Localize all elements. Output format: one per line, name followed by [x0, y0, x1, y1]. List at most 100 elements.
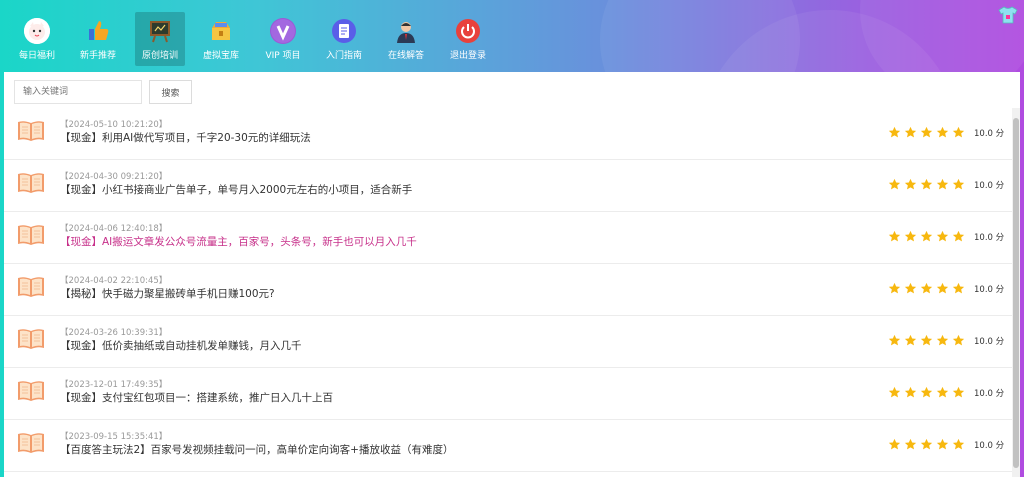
- nav-item-daily-benefits[interactable]: 每日福利: [12, 12, 62, 66]
- rating-score: 10.0 分: [974, 389, 1005, 399]
- star-icon: [936, 176, 949, 190]
- star-icon: [952, 436, 965, 450]
- star-icon: [936, 280, 949, 294]
- article-row[interactable]: 【2024-04-30 09:21:20】 【现金】小红书接商业广告单子，单号月入…: [4, 160, 1012, 212]
- article-date: 【2024-04-02 22:10:45】: [60, 276, 168, 286]
- article-date: 【2024-03-26 10:39:31】: [60, 328, 168, 338]
- article-date: 【2023-09-15 15:35:41】: [60, 432, 168, 442]
- rating-score: 10.0 分: [974, 233, 1005, 243]
- nav-item-vip-projects[interactable]: VIP 项目: [258, 12, 308, 66]
- nav-label: VIP 项目: [265, 51, 301, 61]
- star-icon: [888, 436, 901, 450]
- article-date: 【2024-05-10 10:21:20】: [60, 120, 168, 130]
- support-person-icon: [393, 18, 419, 44]
- treasure-box-icon: [208, 18, 234, 44]
- star-icon: [904, 384, 917, 398]
- content-panel: 搜索 【2024-05-10 10:21:20】【现金】利用AI做代写项目，千字…: [4, 72, 1020, 477]
- top-navigation: 每日福利 新手推荐 原创培训 虚拟宝库 VIP 项目 入门指南 在线解答 退出登…: [0, 0, 1024, 72]
- star-icon: [888, 176, 901, 190]
- star-icon: [904, 332, 917, 346]
- article-row[interactable]: 【2024-04-06 12:40:18】 【现金】AI搬运文章发公众号流量主，百…: [4, 212, 1012, 264]
- rating-score: 10.0 分: [974, 441, 1005, 451]
- star-icon: [936, 436, 949, 450]
- star-icon: [920, 332, 933, 346]
- article-row[interactable]: 【2024-04-02 22:10:45】 【揭秘】快手磁力聚星搬砖单手机日赚10…: [4, 264, 1012, 316]
- star-icon: [952, 332, 965, 346]
- star-icon: [920, 436, 933, 450]
- open-book-icon: [17, 223, 45, 247]
- article-row[interactable]: 【2023-12-01 17:49:35】 【现金】支付宝红包项目一：搭建系统，推…: [4, 368, 1012, 420]
- rating-stars: [888, 124, 965, 138]
- nav-label: 退出登录: [449, 51, 486, 61]
- star-icon: [920, 280, 933, 294]
- star-icon: [952, 176, 965, 190]
- star-icon: [888, 124, 901, 138]
- star-icon: [904, 280, 917, 294]
- rating-stars: [888, 280, 965, 294]
- nav-label: 每日福利: [18, 51, 55, 61]
- open-book-icon: [17, 327, 45, 351]
- nav-item-original-training[interactable]: 原创培训: [135, 12, 185, 66]
- nav-item-online-help[interactable]: 在线解答: [381, 12, 431, 66]
- star-icon: [952, 384, 965, 398]
- scrollbar-thumb[interactable]: [1013, 118, 1019, 468]
- power-icon: [455, 18, 481, 44]
- nav-label: 虚拟宝库: [202, 51, 239, 61]
- star-icon: [888, 384, 901, 398]
- nav-label: 入门指南: [325, 51, 362, 61]
- search-button[interactable]: 搜索: [149, 80, 192, 104]
- star-icon: [952, 228, 965, 242]
- article-date: 【2024-04-06 12:40:18】: [60, 224, 168, 234]
- star-icon: [920, 176, 933, 190]
- article-title-link[interactable]: 【现金】AI搬运文章发公众号流量主，百家号，头条号，新手也可以月入几千: [60, 234, 417, 249]
- rating-stars: [888, 176, 965, 190]
- star-icon: [904, 228, 917, 242]
- blackboard-icon: [147, 18, 173, 44]
- star-icon: [920, 384, 933, 398]
- star-icon: [920, 228, 933, 242]
- star-icon: [952, 124, 965, 138]
- article-title-link[interactable]: 【现金】支付宝红包项目一：搭建系统，推广日入几十上百: [60, 390, 333, 405]
- rating-stars: [888, 436, 965, 450]
- open-book-icon: [17, 275, 45, 299]
- article-title-link[interactable]: 【百度答主玩法2】百家号发视频挂载问一问，高单价定向询客+播放收益（有难度）: [60, 442, 453, 457]
- article-date: 【2024-04-30 09:21:20】: [60, 172, 168, 182]
- article-title-link[interactable]: 【现金】小红书接商业广告单子，单号月入2000元左右的小项目，适合新手: [60, 182, 412, 197]
- open-book-icon: [17, 431, 45, 455]
- nav-item-getting-started[interactable]: 入门指南: [319, 12, 369, 66]
- star-icon: [936, 124, 949, 138]
- nav-item-virtual-treasury[interactable]: 虚拟宝库: [196, 12, 246, 66]
- star-icon: [920, 124, 933, 138]
- lucky-cat-icon: [24, 18, 50, 44]
- star-icon: [936, 384, 949, 398]
- theme-shirt-icon[interactable]: [998, 6, 1018, 24]
- article-title-link[interactable]: 【揭秘】快手磁力聚星搬砖单手机日赚100元?: [60, 286, 275, 301]
- article-title-link[interactable]: 【现金】低价卖抽纸或自动挂机发单赚钱，月入几千: [60, 338, 302, 353]
- star-icon: [936, 332, 949, 346]
- nav-item-beginner-recommend[interactable]: 新手推荐: [73, 12, 123, 66]
- article-title-link[interactable]: 【现金】利用AI做代写项目，千字20-30元的详细玩法: [60, 130, 311, 145]
- open-book-icon: [17, 171, 45, 195]
- nav-label: 在线解答: [387, 51, 424, 61]
- rating-score: 10.0 分: [974, 181, 1005, 191]
- nav-label: 新手推荐: [79, 51, 116, 61]
- nav-item-logout[interactable]: 退出登录: [443, 12, 493, 66]
- star-icon: [936, 228, 949, 242]
- article-row[interactable]: 【2024-03-26 10:39:31】 【现金】低价卖抽纸或自动挂机发单赚钱，…: [4, 316, 1012, 368]
- article-list: 【2024-05-10 10:21:20】 【现金】利用AI做代写项目，千字20-…: [4, 108, 1012, 472]
- rating-stars: [888, 384, 965, 398]
- open-book-icon: [17, 379, 45, 403]
- search-input[interactable]: [14, 80, 142, 104]
- thumbs-up-icon: [85, 18, 111, 44]
- article-row[interactable]: 【2024-05-10 10:21:20】 【现金】利用AI做代写项目，千字20-…: [4, 108, 1012, 160]
- vip-icon: [270, 18, 296, 44]
- rating-score: 10.0 分: [974, 285, 1005, 295]
- rating-stars: [888, 332, 965, 346]
- star-icon: [904, 124, 917, 138]
- star-icon: [888, 228, 901, 242]
- rating-score: 10.0 分: [974, 129, 1005, 139]
- star-icon: [904, 436, 917, 450]
- article-row[interactable]: 【2023-09-15 15:35:41】 【百度答主玩法2】百家号发视频挂载问一…: [4, 420, 1012, 472]
- open-book-icon: [17, 119, 45, 143]
- scrollbar[interactable]: [1012, 108, 1020, 477]
